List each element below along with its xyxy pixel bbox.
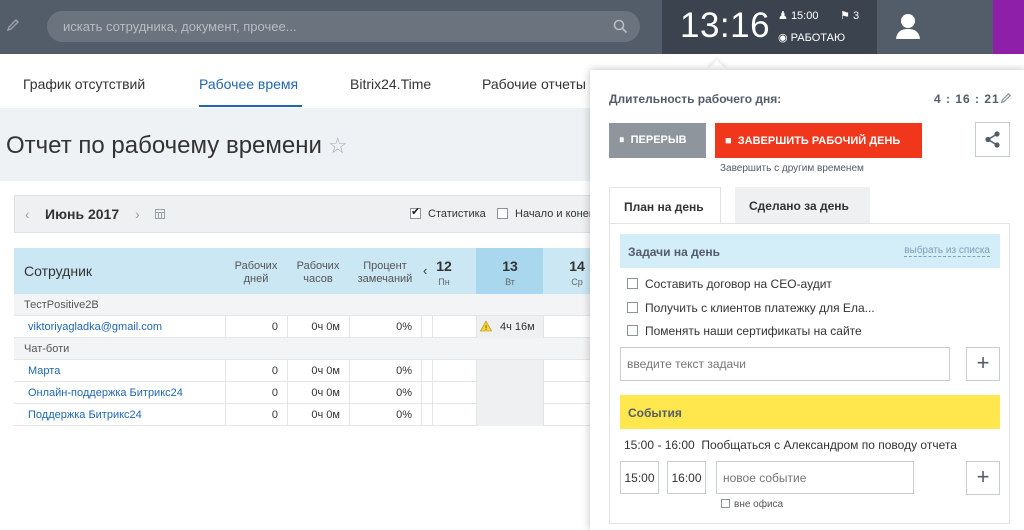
tab-absence-chart[interactable]: График отсутствий — [23, 76, 145, 92]
events-header: События — [620, 395, 1000, 429]
active-tab-underline — [199, 105, 302, 107]
tab-working-time[interactable]: Рабочее время — [199, 76, 298, 92]
new-event-input[interactable] — [716, 461, 914, 494]
alarm-icon: ♟ — [778, 10, 788, 22]
flag-icon: ⚑ — [840, 10, 850, 22]
employee-link[interactable]: Онлайн-поддержка Битрикс24 — [28, 387, 183, 399]
task-item: Поменять наши сертификаты на сайте — [627, 324, 862, 338]
search-input[interactable] — [63, 11, 603, 42]
flag-count: ⚑ 3 — [840, 10, 860, 22]
group-row: ТестPositive2B — [14, 294, 604, 316]
status-dot-icon: ◉ — [778, 32, 788, 44]
col-working-hours: Рабочих часов — [296, 260, 340, 285]
next-month-icon[interactable]: › — [135, 206, 140, 222]
clock-time: 13:16 — [680, 6, 771, 45]
employee-link[interactable]: Марта — [28, 365, 60, 377]
filter-bar: ‹ Июнь 2017 › Статистика Начало и конец — [14, 195, 604, 233]
search-box — [47, 11, 640, 42]
search-icon[interactable] — [613, 19, 628, 34]
apps-panel-toggle[interactable] — [993, 0, 1024, 54]
stop-icon: ■ — [725, 134, 732, 147]
pause-button[interactable]: ⏸ ПЕРЕРЫВ — [609, 123, 706, 158]
finish-other-time-link[interactable]: Завершить с другим временем — [720, 163, 864, 174]
work-day-widget[interactable]: 13:16 ♟ 15:00 ⚑ 3 ◉ РАБОТАЮ — [662, 0, 877, 54]
out-of-office-option: вне офиса — [721, 499, 783, 510]
tab-work-reports[interactable]: Рабочие отчеты — [482, 76, 586, 92]
finish-day-button[interactable]: ■ ЗАВЕРШИТЬ РАБОЧИЙ ДЕНЬ — [715, 123, 922, 158]
event-item[interactable]: 15:00 - 16:00 Пообщаться с Александром п… — [624, 438, 957, 452]
start-end-checkbox[interactable] — [497, 208, 508, 219]
tab-plan-day[interactable]: План на день — [609, 187, 721, 224]
star-icon[interactable]: ☆ — [328, 133, 348, 158]
pencil-icon[interactable] — [6, 18, 20, 32]
tasks-header: Задачи на день выбрать из списка — [620, 234, 1000, 268]
start-end-label: Начало и конец — [515, 208, 596, 220]
alarm-time: ♟ 15:00 — [778, 10, 819, 22]
page-title: Отчет по рабочему времени ☆ — [6, 132, 348, 159]
add-event-button[interactable]: + — [966, 461, 1000, 495]
employee-link[interactable]: viktoriyagladka@gmail.com — [28, 321, 162, 333]
employee-link[interactable]: Поддержка Битрикс24 — [28, 409, 142, 421]
table-row: Онлайн-поддержка Битрикс24 0 0ч 0м 0% — [14, 382, 604, 404]
table-header: Сотрудник Рабочих дней Рабочих часов Про… — [14, 248, 604, 294]
col-working-days: Рабочих дней — [234, 260, 278, 285]
col-employee: Сотрудник — [24, 263, 93, 279]
work-status: ◉ РАБОТАЮ — [778, 32, 846, 44]
new-task-input[interactable] — [620, 347, 950, 381]
statistics-label: Статистика — [428, 208, 486, 220]
table-row: Марта 0 0ч 0м 0% — [14, 360, 604, 382]
duration-value: 4 : 16 : 21 — [934, 92, 1000, 106]
edit-duration-icon[interactable] — [1000, 92, 1012, 104]
pick-from-list-link[interactable]: выбрать из списка — [904, 245, 990, 257]
add-task-button[interactable]: + — [966, 347, 1000, 381]
group-row: Чат-боти — [14, 338, 604, 360]
col-remarks-percent: Процент замечаний — [357, 260, 413, 285]
top-bar: 13:16 ♟ 15:00 ⚑ 3 ◉ РАБОТАЮ — [0, 0, 1024, 54]
svg-text:!: ! — [485, 324, 488, 332]
today-time[interactable]: 4ч 16м — [500, 321, 535, 333]
user-avatar-icon[interactable] — [886, 6, 930, 48]
out-of-office-checkbox[interactable] — [721, 499, 730, 508]
month-label: Июнь 2017 — [45, 206, 120, 222]
table-row: viktoriyagladka@gmail.com 0 0ч 0м 0% ! 4… — [14, 316, 604, 338]
task-checkbox[interactable] — [627, 325, 638, 336]
duration-label: Длительность рабочего дня: — [609, 92, 782, 106]
event-start-time[interactable] — [620, 461, 659, 494]
share-button[interactable] — [975, 122, 1010, 157]
tab-bitrix-time[interactable]: Bitrix24.Time — [350, 76, 431, 92]
tab-done-day[interactable]: Сделано за день — [735, 187, 870, 224]
task-checkbox[interactable] — [627, 302, 638, 313]
day-header: 12 Пн — [436, 258, 452, 287]
pause-icon: ⏸ — [619, 134, 625, 146]
task-item: Получить с клиентов платежку для Ела... — [627, 301, 875, 315]
table-row: Поддержка Битрикс24 0 0ч 0м 0% — [14, 404, 604, 426]
statistics-checkbox[interactable] — [410, 205, 421, 219]
task-checkbox[interactable] — [627, 278, 638, 289]
calendar-icon[interactable] — [155, 209, 165, 219]
share-icon — [985, 131, 1000, 148]
task-item: Составить договор на СЕО-аудит — [627, 277, 832, 291]
day-header: 13 Вт — [502, 258, 518, 287]
prev-month-icon[interactable]: ‹ — [25, 206, 30, 222]
warning-icon: ! — [480, 320, 492, 332]
work-day-popup: Длительность рабочего дня: 4 : 16 : 21 ⏸… — [590, 70, 1024, 530]
event-end-time[interactable] — [667, 461, 706, 494]
